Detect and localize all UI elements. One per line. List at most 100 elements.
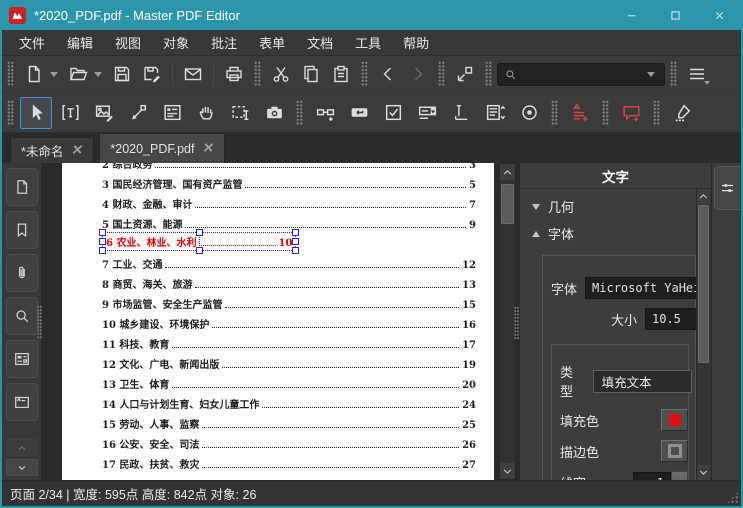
font-size-input[interactable]: 10.5 (645, 308, 699, 330)
toc-row[interactable]: 7 工业、交通 12 (102, 251, 476, 271)
properties-tab-button[interactable] (714, 166, 740, 210)
toc-row[interactable]: 17 民政、扶贫、救灾 27 (102, 451, 476, 471)
toc-row[interactable]: 5 国土资源、能源 9 (102, 211, 476, 231)
edit-image-tool[interactable] (88, 97, 120, 129)
menu-item-document[interactable]: 文档 (296, 30, 344, 56)
toc-row[interactable]: 8 商贸、海关、旅游 13 (102, 271, 476, 291)
menu-item-view[interactable]: 视图 (104, 30, 152, 56)
combo-box-tool[interactable] (411, 97, 443, 129)
toolbar-grip[interactable] (7, 99, 14, 126)
toc-row[interactable]: 14 人口与计划生育、妇女儿童工作 24 (102, 391, 476, 411)
minimize-button[interactable] (609, 0, 653, 30)
pdf-page[interactable]: 2 综合政务 3 3 国民经济管理、国有资产监管 5 4 财政、金融、审计 7 5 国土资源… (62, 163, 494, 480)
measure-tool[interactable] (309, 97, 341, 129)
dropdown-caret[interactable] (50, 71, 58, 77)
window-resize-grip[interactable] (726, 491, 739, 504)
sidebar-scroll-down-button[interactable] (5, 459, 38, 476)
stroke-width-spinner[interactable]: 1 (633, 471, 688, 480)
document-tab-1[interactable]: *2020_PDF.pdf (99, 133, 226, 163)
stroke-width-input[interactable]: 1 (633, 471, 671, 480)
edit-path-tool[interactable] (122, 97, 154, 129)
toolbar-grip[interactable] (670, 61, 677, 87)
panel-scrollbar[interactable] (696, 189, 711, 480)
sidebar-scroll-up-button[interactable] (5, 439, 38, 456)
document-tab-0[interactable]: *未命名 (10, 137, 95, 163)
menu-item-comment[interactable]: 批注 (200, 30, 248, 56)
toc-row[interactable]: 13 卫生、体育 20 (102, 371, 476, 391)
stroke-color-button[interactable] (661, 440, 688, 462)
selection-handle[interactable] (195, 247, 203, 254)
scroll-up-button[interactable] (500, 164, 515, 180)
toolbar-grip[interactable] (438, 61, 445, 87)
search-box[interactable] (497, 62, 665, 86)
select-region-tool[interactable] (224, 97, 256, 129)
tab-close-icon[interactable] (203, 142, 214, 156)
push-button-tool[interactable] (343, 97, 375, 129)
toc-row[interactable]: 15 劳动、人事、监察 25 (102, 411, 476, 431)
save-as-button[interactable] (137, 60, 167, 88)
highlighter-tool[interactable] (666, 97, 698, 129)
scroll-down-button[interactable] (500, 463, 515, 479)
section-font[interactable]: 字体 (530, 220, 696, 247)
menu-item-help[interactable]: 帮助 (392, 30, 440, 56)
toc-row[interactable]: 12 文化、广电、新闻出版 19 (102, 351, 476, 371)
maximize-button[interactable] (653, 0, 697, 30)
open-button[interactable] (63, 60, 93, 88)
fit-selection-button[interactable] (450, 60, 480, 88)
selection-handle[interactable] (99, 247, 106, 254)
radio-button-tool[interactable] (513, 97, 545, 129)
panel-scroll-down-button[interactable] (697, 465, 710, 480)
bookmarks-panel-button[interactable] (5, 211, 38, 249)
cut-button[interactable] (266, 60, 296, 88)
email-button[interactable] (178, 60, 208, 88)
menu-item-tools[interactable]: 工具 (344, 30, 392, 56)
text-object-selection[interactable]: 6 农业、林业、水利 10 (99, 229, 300, 254)
menu-item-file[interactable]: 文件 (8, 30, 56, 56)
panel-scrollbar-thumb[interactable] (698, 205, 709, 363)
forward-button[interactable] (403, 60, 433, 88)
toc-row[interactable]: 10 城乡建设、环境保护 16 (102, 311, 476, 331)
text-type-select[interactable]: 填充文本 (592, 369, 692, 393)
toc-row[interactable]: 2 综合政务 3 (102, 163, 476, 171)
text-field-tool[interactable] (445, 97, 477, 129)
toc-row[interactable]: 3 国民经济管理、国有资产监管 5 (102, 171, 476, 191)
selection-handle[interactable] (195, 229, 203, 236)
thumbnails-panel-button[interactable] (5, 168, 38, 206)
scrollbar-thumb[interactable] (501, 184, 514, 224)
dropdown-caret[interactable] (94, 71, 102, 77)
snapshot-tool[interactable] (258, 97, 290, 129)
close-button[interactable] (697, 0, 741, 30)
print-button[interactable] (219, 60, 249, 88)
fill-color-button[interactable] (661, 409, 688, 431)
edit-forms-tool[interactable] (156, 97, 188, 129)
toc-row-selected[interactable]: 6 农业、林业、水利 10 (99, 229, 476, 254)
search-dropdown-caret[interactable] (647, 71, 655, 77)
spinner-down-button[interactable] (671, 471, 688, 480)
selection-handle[interactable] (292, 247, 300, 254)
selection-handle[interactable] (99, 229, 106, 236)
selection-handle[interactable] (292, 229, 300, 236)
edit-text-tool[interactable] (54, 97, 86, 129)
toc-row[interactable]: 9 市场监管、安全生产监管 15 (102, 291, 476, 311)
tab-close-icon[interactable] (72, 144, 83, 158)
hand-tool[interactable] (190, 97, 222, 129)
toolbar-grip[interactable] (485, 61, 492, 87)
toolbar-grip[interactable] (296, 99, 303, 126)
toolbar-grip[interactable] (361, 61, 368, 87)
new-document-button[interactable] (19, 60, 49, 88)
back-button[interactable] (373, 60, 403, 88)
toc-row[interactable]: 18 (102, 471, 476, 480)
menu-item-object[interactable]: 对象 (152, 30, 200, 56)
toc-row[interactable]: 11 科技、教育 17 (102, 331, 476, 351)
checkbox-tool[interactable] (377, 97, 409, 129)
section-geometry[interactable]: 几何 (530, 193, 696, 220)
search-panel-button[interactable] (5, 297, 38, 335)
toolbar-grip[interactable] (7, 61, 14, 87)
copy-button[interactable] (296, 60, 326, 88)
attachments-panel-button[interactable] (5, 254, 38, 292)
signatures-panel-button[interactable] (5, 383, 38, 421)
toc-row[interactable]: 4 财政、金融、审计 7 (102, 191, 476, 211)
toolbar-grip[interactable] (551, 99, 558, 126)
font-name-input[interactable]: Microsoft YaHei (585, 277, 699, 299)
list-box-tool[interactable] (479, 97, 511, 129)
